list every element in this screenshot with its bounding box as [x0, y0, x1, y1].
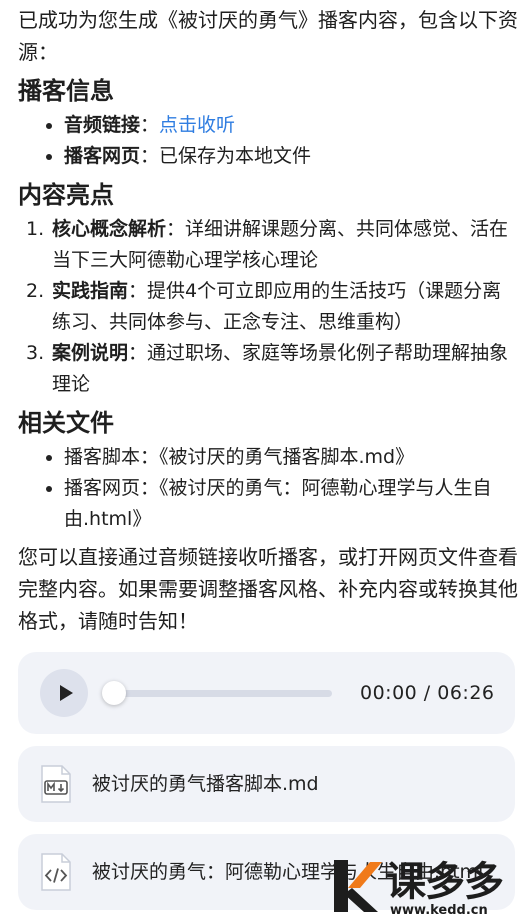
audio-link[interactable]: 点击收听	[159, 114, 235, 136]
markdown-file-icon	[41, 765, 71, 803]
list-item: 播客网页：已保存为本地文件	[46, 141, 518, 172]
section-heading-highlights: 内容亮点	[18, 181, 114, 209]
list-item: 3. 案例说明：通过职场、家庭等场景化例子帮助理解抽象理论	[26, 338, 518, 400]
outro-text: 您可以直接通过音频链接收听播客，或打开网页文件查看完整内容。如果需要调整播客风格…	[18, 545, 518, 633]
section-heading-info: 播客信息	[18, 77, 114, 105]
section-heading-files: 相关文件	[18, 409, 114, 437]
files-list: 播客脚本：《被讨厌的勇气播客脚本.md》 播客网页：《被讨厌的勇气：阿德勒心理学…	[18, 442, 518, 535]
item-number: 3.	[26, 342, 45, 364]
list-item: 播客脚本：《被讨厌的勇气播客脚本.md》	[46, 442, 518, 473]
play-icon	[59, 685, 73, 701]
file-name: 被讨厌的勇气播客脚本.md	[92, 773, 319, 795]
play-button[interactable]	[40, 669, 88, 717]
info-list: 音频链接：点击收听 播客网页：已保存为本地文件	[18, 110, 518, 172]
watermark-logo: 课多多 www.kedd.cn	[330, 858, 529, 921]
item-label: 实践指南	[52, 280, 129, 302]
item-number: 2.	[26, 280, 45, 302]
item-label: 核心概念解析	[52, 218, 167, 240]
list-item: 2. 实践指南：提供4个可立即应用的生活技巧（课题分离练习、共同体参与、正念专注、…	[26, 276, 518, 338]
item-label: 音频链接	[64, 114, 141, 136]
item-sep: ：	[140, 114, 160, 136]
list-item: 播客网页：《被讨厌的勇气：阿德勒心理学与人生自由.html》	[46, 473, 518, 535]
intro-text: 已成功为您生成《被讨厌的勇气》播客内容，包含以下资源：	[18, 8, 518, 64]
file-card-markdown[interactable]: 被讨厌的勇气播客脚本.md	[18, 746, 515, 822]
item-sep: ：	[140, 145, 160, 167]
item-value: 已保存为本地文件	[159, 145, 312, 167]
item-label: 案例说明	[52, 342, 129, 364]
list-item: 1. 核心概念解析：详细讲解课题分离、共同体感觉、活在当下三大阿德勒心理学核心理论	[26, 214, 518, 276]
time-readout: 00:00 / 06:26	[360, 682, 495, 704]
watermark-title: 课多多	[386, 859, 504, 905]
list-item: 音频链接：点击收听	[46, 110, 518, 141]
highlights-list: 1. 核心概念解析：详细讲解课题分离、共同体感觉、活在当下三大阿德勒心理学核心理论…	[18, 214, 518, 400]
code-file-icon	[41, 853, 71, 891]
progress-track[interactable]	[114, 690, 332, 697]
item-label: 播客网页	[64, 145, 141, 167]
progress-handle[interactable]	[102, 681, 126, 705]
chat-message: 已成功为您生成《被讨厌的勇气》播客内容，包含以下资源： 播客信息 音频链接：点击…	[18, 0, 518, 637]
watermark-url: www.kedd.cn	[390, 903, 488, 918]
brand-k-icon	[334, 860, 382, 912]
item-number: 1.	[26, 218, 45, 240]
audio-player: 00:00 / 06:26	[18, 652, 515, 734]
